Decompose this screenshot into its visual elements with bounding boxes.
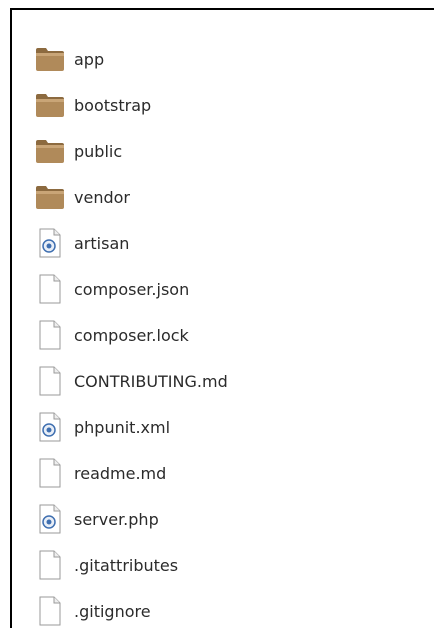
file-item[interactable]: readme.md: [34, 450, 228, 496]
file-label: server.php: [74, 509, 159, 529]
file-item[interactable]: .gitignore: [34, 588, 228, 634]
file-label: readme.md: [74, 463, 167, 483]
file-label: public: [74, 141, 123, 161]
file-item[interactable]: CONTRIBUTING.md: [34, 358, 228, 404]
file-label: composer.lock: [74, 325, 189, 345]
file-label: bootstrap: [74, 95, 152, 115]
script-file-icon: [34, 503, 66, 535]
folder-icon: [34, 43, 66, 75]
folder-item[interactable]: app: [34, 36, 228, 82]
folder-icon: [34, 135, 66, 167]
file-item[interactable]: server.php: [34, 496, 228, 542]
file-label: phpunit.xml: [74, 417, 171, 437]
text-file-icon: [34, 549, 66, 581]
file-label: app: [74, 49, 105, 69]
text-file-icon: [34, 273, 66, 305]
script-file-icon: [34, 227, 66, 259]
file-item[interactable]: .gitattributes: [34, 542, 228, 588]
file-manager-panel: app bootstrap public vendor artisan composer.…: [10, 8, 434, 628]
folder-icon: [34, 89, 66, 121]
file-item[interactable]: composer.json: [34, 266, 228, 312]
text-file-icon: [34, 457, 66, 489]
script-file-icon: [34, 411, 66, 443]
file-item[interactable]: phpunit.xml: [34, 404, 228, 450]
file-label: composer.json: [74, 279, 190, 299]
text-file-icon: [34, 319, 66, 351]
file-label: .gitattributes: [74, 555, 179, 575]
folder-item[interactable]: bootstrap: [34, 82, 228, 128]
file-label: CONTRIBUTING.md: [74, 371, 228, 391]
folder-icon: [34, 181, 66, 213]
file-label: vendor: [74, 187, 130, 207]
folder-item[interactable]: vendor: [34, 174, 228, 220]
text-file-icon: [34, 365, 66, 397]
folder-item[interactable]: public: [34, 128, 228, 174]
text-file-icon: [34, 595, 66, 627]
file-item[interactable]: composer.lock: [34, 312, 228, 358]
file-label: artisan: [74, 233, 130, 253]
file-list: app bootstrap public vendor artisan composer.…: [34, 36, 228, 634]
file-item[interactable]: artisan: [34, 220, 228, 266]
